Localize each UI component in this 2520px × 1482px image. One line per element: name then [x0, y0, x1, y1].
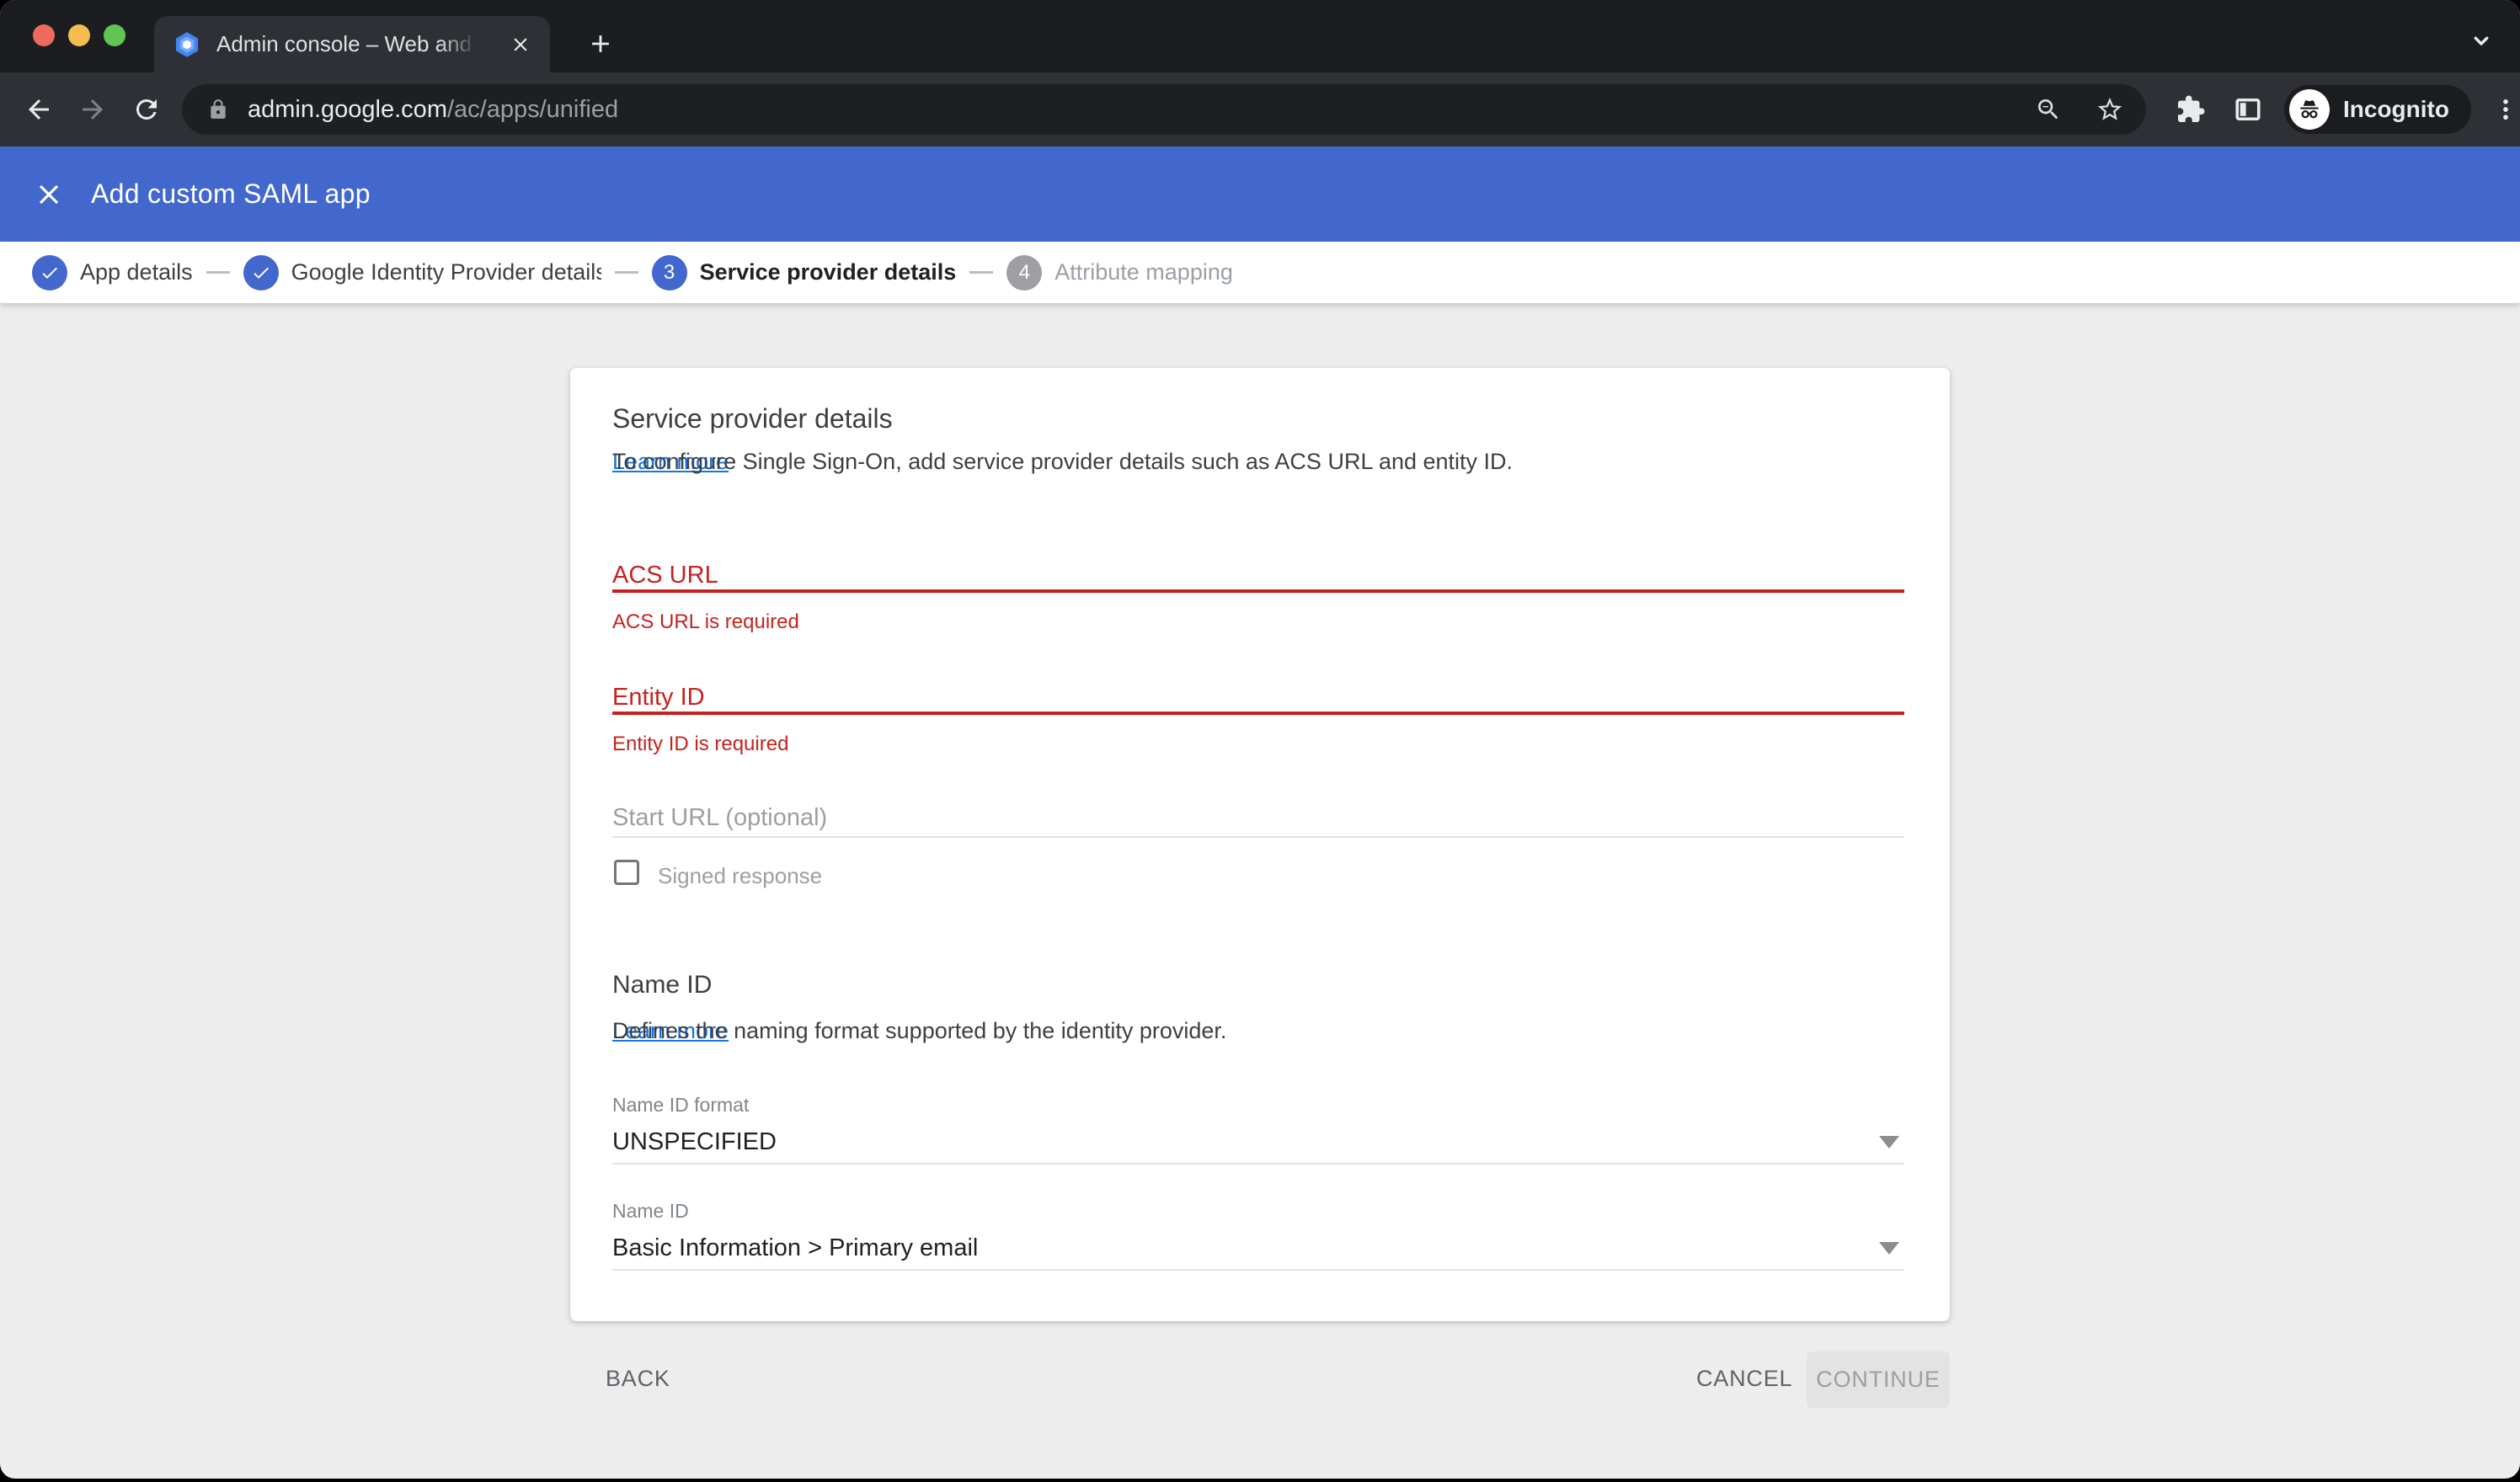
name-id-select[interactable]: [612, 1269, 1904, 1271]
url-path: /ac/apps/unified: [447, 96, 618, 123]
service-provider-details-card: Service provider details To configure Si…: [570, 368, 1950, 1321]
tab-strip: Admin console – Web and mob: [0, 0, 2520, 72]
acs-url-field-label: ACS URL: [612, 562, 718, 589]
fullscreen-window-button[interactable]: [104, 24, 125, 46]
entity-id-field-label: Entity ID: [612, 684, 705, 712]
address-bar[interactable]: admin.google.com/ac/apps/unified: [182, 84, 2146, 135]
step-service-provider-details: 3 Service provider details: [652, 255, 957, 291]
signed-response-checkbox[interactable]: [614, 860, 639, 885]
step-2-check-icon: [243, 255, 279, 291]
acs-url-input[interactable]: [612, 589, 1904, 593]
step-google-idp-details: Google Identity Provider details: [243, 255, 601, 291]
name-id-description: Defines the naming format supported by t…: [612, 1018, 729, 1044]
name-id-select-value[interactable]: Basic Information > Primary email: [612, 1234, 978, 1262]
entity-id-input[interactable]: [612, 712, 1904, 715]
step-app-details: App details: [32, 255, 193, 291]
step-3-number: 3: [652, 255, 687, 291]
step-4-number: 4: [1006, 255, 1042, 291]
step-1-check-icon: [32, 255, 67, 291]
tab-close-icon[interactable]: [506, 30, 535, 59]
step-3-label: Service provider details: [700, 259, 957, 285]
side-panel-icon[interactable]: [2225, 87, 2271, 132]
name-id-select-label: Name ID: [612, 1200, 689, 1223]
tab-search-chevron-icon[interactable]: [2464, 24, 2498, 57]
step-4-label: Attribute mapping: [1054, 259, 1233, 285]
cancel-button[interactable]: CANCEL: [1696, 1366, 1792, 1392]
step-1-label: App details: [80, 259, 193, 285]
name-id-format-select-value[interactable]: UNSPECIFIED: [612, 1128, 777, 1156]
card-description: To configure Single Sign-On, add service…: [612, 449, 729, 475]
step-2-label: Google Identity Provider details: [291, 259, 601, 285]
zoom-out-icon[interactable]: [2035, 96, 2062, 123]
url-text[interactable]: admin.google.com/ac/apps/unified: [248, 96, 618, 124]
profile-incognito-pill[interactable]: Incognito: [2284, 85, 2471, 134]
forward-icon[interactable]: [69, 86, 116, 133]
name-id-format-label: Name ID format: [612, 1094, 749, 1117]
dialog-header: Add custom SAML app: [0, 147, 2520, 242]
incognito-icon: [2289, 89, 2330, 130]
minimize-window-button[interactable]: [68, 24, 90, 46]
extensions-puzzle-icon[interactable]: [2168, 87, 2213, 132]
reload-icon[interactable]: [123, 86, 170, 133]
back-icon[interactable]: [15, 86, 62, 133]
browser-window: Admin console – Web and mob: [0, 0, 2520, 1479]
screen: Admin console – Web and mob: [0, 0, 2520, 1482]
browser-menu-kebab-icon[interactable]: [2483, 87, 2520, 132]
wizard-stepper: App details Google Identity Provider det…: [0, 242, 2520, 303]
name-id-format-select[interactable]: [612, 1163, 1904, 1165]
step-connector: [615, 271, 638, 274]
window-controls: [33, 24, 125, 46]
lock-icon[interactable]: [207, 99, 229, 120]
admin-console-favicon-icon: [173, 30, 201, 59]
signed-response-label: Signed response: [658, 863, 822, 889]
continue-button[interactable]: CONTINUE: [1807, 1351, 1950, 1408]
url-host: admin.google.com: [248, 96, 447, 123]
card-description-text: To configure Single Sign-On, add service…: [612, 449, 1513, 475]
bookmark-star-icon[interactable]: [2096, 95, 2124, 124]
close-dialog-icon[interactable]: [30, 176, 67, 213]
step-attribute-mapping: 4 Attribute mapping: [1006, 255, 1233, 291]
name-id-chevron-down-icon[interactable]: [1879, 1242, 1899, 1255]
back-button[interactable]: BACK: [606, 1366, 670, 1392]
browser-toolbar: admin.google.com/ac/apps/unified Inc: [0, 72, 2520, 147]
step-connector: [969, 271, 993, 274]
card-heading: Service provider details: [612, 403, 893, 434]
step-connector: [206, 271, 230, 274]
start-url-placeholder: Start URL (optional): [612, 804, 827, 832]
close-window-button[interactable]: [33, 24, 55, 46]
start-url-input[interactable]: [612, 836, 1904, 838]
name-id-heading: Name ID: [612, 971, 712, 1000]
acs-url-error-text: ACS URL is required: [612, 610, 799, 634]
dialog-title: Add custom SAML app: [91, 179, 371, 210]
new-tab-button[interactable]: [577, 20, 624, 67]
incognito-label: Incognito: [2343, 96, 2449, 123]
tab-title: Admin console – Web and mob: [216, 31, 478, 57]
name-id-format-chevron-down-icon[interactable]: [1879, 1136, 1899, 1149]
name-id-description-text: Defines the naming format supported by t…: [612, 1018, 1226, 1044]
entity-id-error-text: Entity ID is required: [612, 733, 788, 756]
browser-tab[interactable]: Admin console – Web and mob: [154, 16, 550, 72]
